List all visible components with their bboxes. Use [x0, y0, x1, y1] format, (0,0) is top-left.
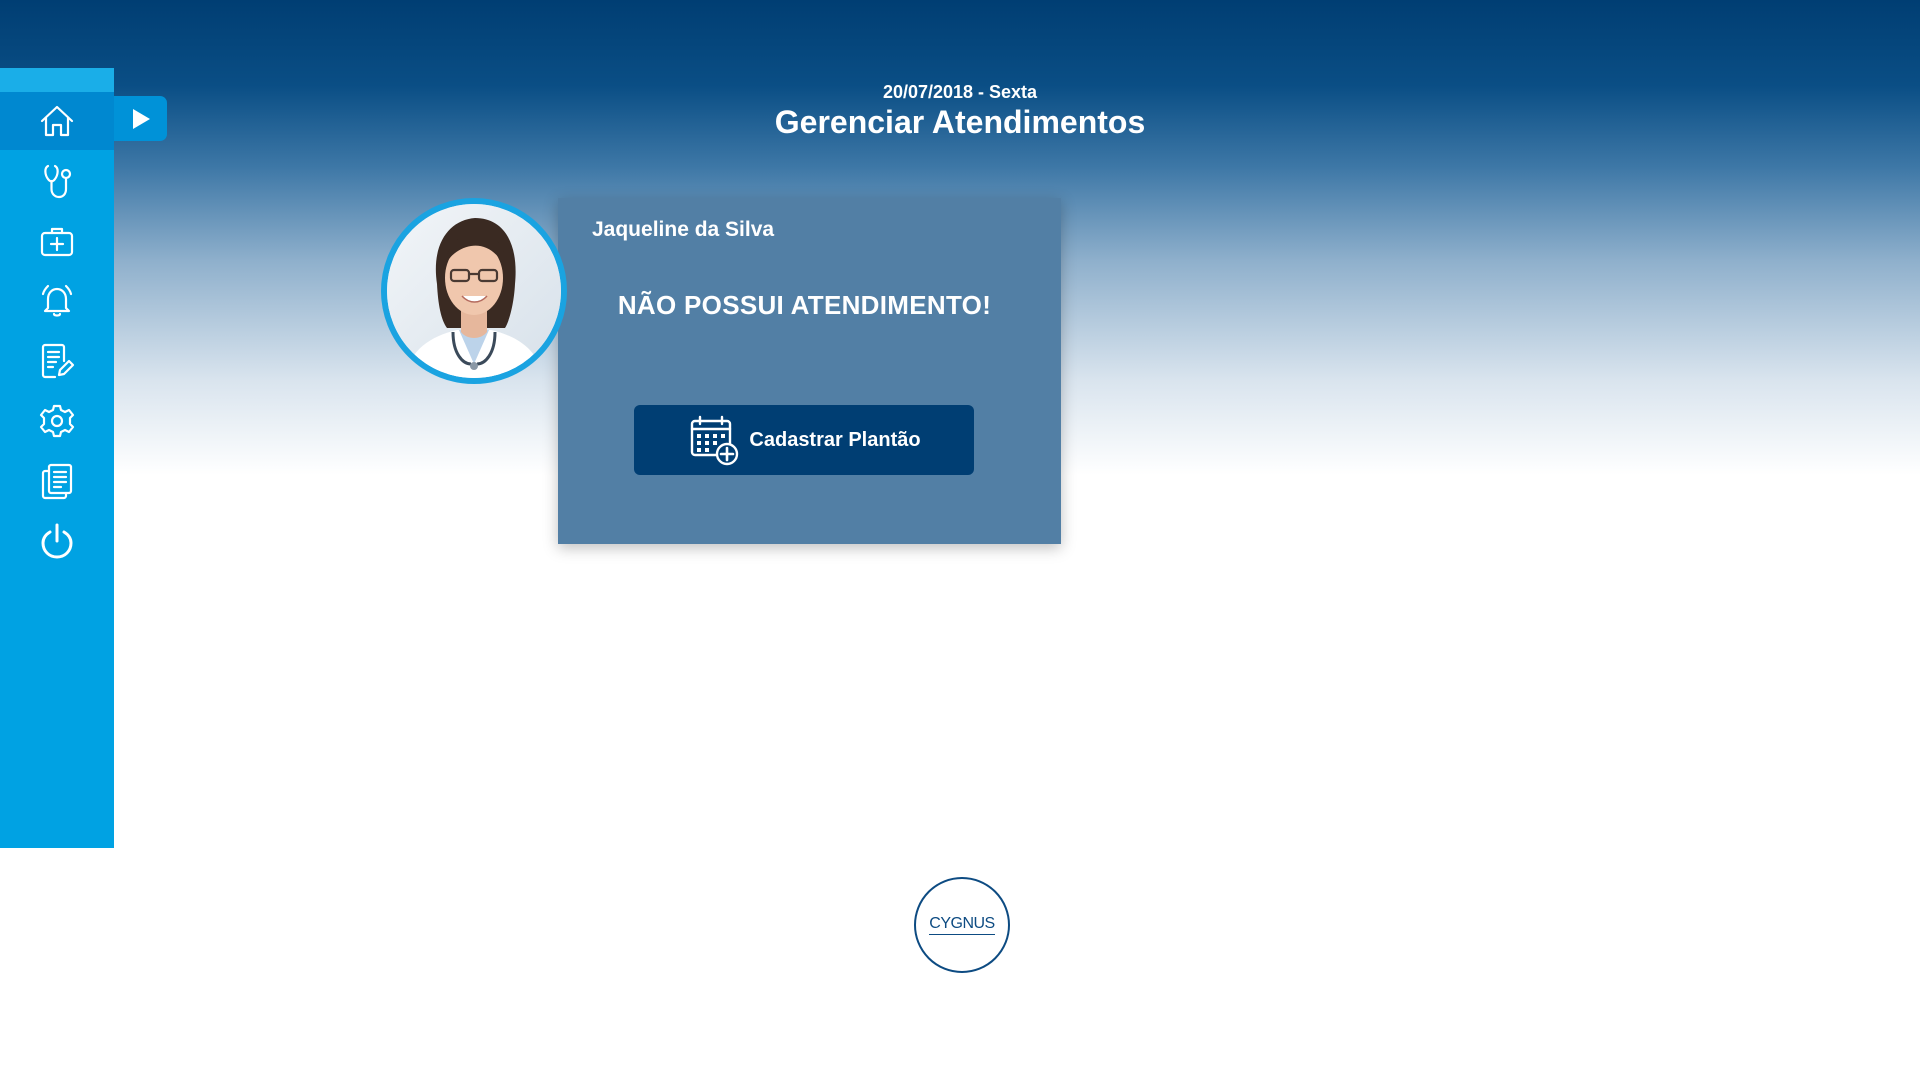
- cygnus-logo: CYGNUS: [914, 877, 1010, 973]
- sidebar: [0, 68, 114, 848]
- cadastrar-plantao-label: Cadastrar Plantão: [749, 428, 921, 451]
- sidebar-item-documents[interactable]: [0, 452, 114, 510]
- gear-icon: [39, 404, 75, 438]
- logo-text: CYGNUS: [929, 915, 995, 935]
- doctor-card: Jaqueline da Silva NÃO POSSUI ATENDIMENT…: [558, 198, 1061, 544]
- medical-kit-icon: [40, 227, 74, 257]
- sidebar-item-logout[interactable]: [0, 512, 114, 570]
- sidebar-item-reports[interactable]: [0, 332, 114, 390]
- sidebar-item-stethoscope[interactable]: [0, 152, 114, 210]
- bell-icon: [41, 284, 73, 317]
- document-edit-icon: [41, 343, 75, 379]
- sidebar-item-medical-kit[interactable]: [0, 212, 114, 270]
- power-icon: [41, 523, 73, 559]
- current-date: 20/07/2018 - Sexta: [882, 82, 1038, 102]
- no-appointment-message: NÃO POSSUI ATENDIMENTO!: [617, 290, 992, 320]
- stethoscope-icon: [44, 164, 72, 199]
- cadastrar-plantao-button[interactable]: Cadastrar Plantão: [634, 405, 974, 475]
- calendar-add-icon: [691, 415, 739, 466]
- sidebar-item-settings[interactable]: [0, 392, 114, 450]
- sidebar-item-alerts[interactable]: [0, 272, 114, 330]
- documents-icon: [41, 463, 73, 500]
- page-title: Gerenciar Atendimentos: [774, 104, 1146, 140]
- doctor-name: Jaqueline da Silva: [592, 218, 775, 241]
- doctor-avatar: [381, 198, 567, 384]
- doctor-photo: [387, 204, 561, 378]
